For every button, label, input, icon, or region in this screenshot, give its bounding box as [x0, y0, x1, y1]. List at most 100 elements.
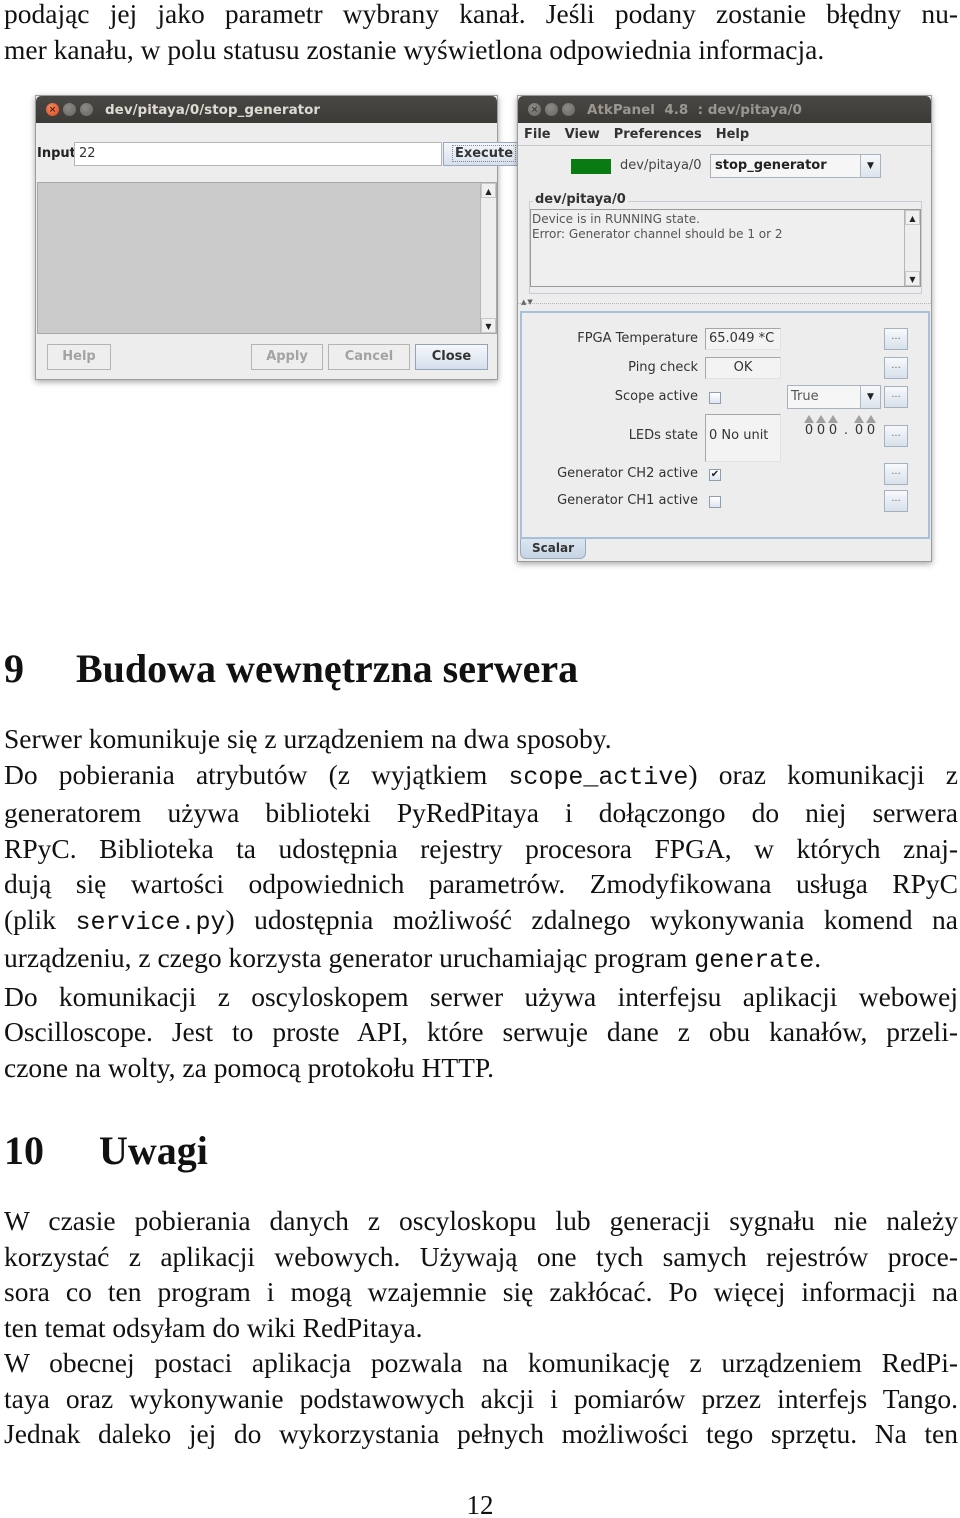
body-line: W czasie pobierania danych z oscyloskopu… — [4, 1203, 958, 1239]
menu-bar: File View Preferences Help — [518, 123, 931, 146]
scroll-down-arrow-icon[interactable]: ▼ — [905, 271, 920, 286]
device-row: dev/pitaya/0 stop_generator ▼ — [518, 153, 931, 179]
body-line: generatorem używa biblioteki PyRedPitaya… — [4, 795, 958, 831]
minimize-window-icon[interactable] — [545, 103, 558, 116]
body-line: Oscilloscope. Jest to proste API, które … — [4, 1014, 958, 1050]
execute-button[interactable]: Execute — [443, 142, 525, 166]
close-button[interactable]: Close — [415, 344, 488, 370]
intro-line-1: podając jej jako parametr wybrany kanał.… — [4, 0, 958, 29]
section-9-number: 9 — [4, 646, 24, 691]
scope-active-setter[interactable]: True ▼ — [787, 385, 881, 409]
ping-check-more-button[interactable]: ... — [884, 357, 908, 379]
body-text: dują się wartości odpowiednich parametró… — [4, 868, 958, 899]
apply-button-label: Apply — [266, 349, 308, 364]
menu-help[interactable]: Help — [716, 127, 749, 142]
body-line: RPyC. Biblioteka ta udostępnia rejestry … — [4, 831, 958, 867]
section-10-body: W czasie pobierania danych z oscyloskopu… — [4, 1203, 958, 1452]
scope-active-label: Scope active — [614, 389, 698, 404]
scroll-down-arrow-icon[interactable]: ▼ — [481, 318, 496, 333]
generator-ch1-more-button[interactable]: ... — [884, 490, 908, 512]
spin-up-arrow-icon[interactable] — [828, 415, 838, 423]
section-9-body: Serwer komunikuje się z urządzeniem na d… — [4, 721, 958, 1085]
scope-active-checkbox[interactable] — [709, 392, 721, 404]
leds-state-label: LEDs state — [628, 428, 698, 443]
body-line: W obecnej postaci aplikacja pozwala na k… — [4, 1345, 958, 1381]
scroll-up-arrow-icon[interactable]: ▲ — [905, 210, 920, 225]
status-scrollbar[interactable]: ▲ ▼ — [904, 210, 920, 286]
intro-line-2: mer kanału, w polu statusu zostanie wyśw… — [4, 33, 825, 65]
fpga-temperature-label: FPGA Temperature — [577, 331, 698, 346]
spinner-digit: 0 — [816, 423, 826, 438]
spin-up-arrow-icon[interactable] — [816, 415, 826, 423]
spin-up-arrow-icon[interactable] — [854, 415, 864, 423]
inline-code: service.py — [75, 907, 226, 937]
body-text: generatorem używa biblioteki PyRedPitaya… — [4, 797, 958, 828]
body-line: urządzeniu, z czego korzysta generator u… — [4, 940, 958, 979]
cancel-button[interactable]: Cancel — [328, 344, 410, 370]
body-line: korzystać z aplikacji webowych. Używają … — [4, 1239, 958, 1275]
chevron-down-icon[interactable]: ▼ — [860, 386, 880, 408]
status-group-label: dev/pitaya/0 — [533, 192, 628, 207]
command-selector[interactable]: stop_generator ▼ — [710, 154, 881, 178]
body-line: Jednak daleko jej do wykorzystania pełny… — [4, 1416, 958, 1452]
menu-view[interactable]: View — [565, 127, 600, 142]
leds-state-more-button[interactable]: ... — [884, 425, 908, 447]
menu-preferences[interactable]: Preferences — [614, 127, 702, 142]
apply-button[interactable]: Apply — [251, 344, 323, 370]
command-input-field[interactable]: 22 — [74, 142, 442, 166]
spinner-digit: 0 — [828, 423, 838, 438]
command-dialog-titlebar[interactable]: × dev/pitaya/0/stop_generator — [36, 96, 497, 123]
command-dialog-title: dev/pitaya/0/stop_generator — [105, 101, 321, 118]
body-text: taya oraz wykonywanie podstawowych akcji… — [4, 1382, 958, 1414]
spinner-digit: 0 — [804, 423, 814, 438]
body-line: Serwer komunikuje się z urządzeniem na d… — [4, 721, 958, 757]
body-text: RPyC. Biblioteka ta udostępnia rejestry … — [4, 832, 958, 864]
section-10-heading: 10 Uwagi — [4, 1127, 208, 1174]
cancel-button-label: Cancel — [344, 349, 394, 364]
close-window-icon[interactable]: × — [46, 103, 59, 116]
body-text: ) oraz komunikacji z — [688, 758, 958, 790]
status-group: dev/pitaya/0 Device is in RUNNING state.… — [529, 192, 922, 294]
spinner-digit: 0 — [866, 423, 876, 438]
close-window-icon[interactable]: × — [528, 103, 541, 116]
minimize-window-icon[interactable] — [63, 103, 76, 116]
help-button[interactable]: Help — [47, 344, 111, 370]
device-state-indicator — [571, 159, 611, 174]
maximize-window-icon[interactable] — [562, 103, 575, 116]
generator-ch2-more-button[interactable]: ... — [884, 463, 908, 485]
leds-state-value: 0 No unit — [705, 414, 781, 462]
body-text: (plik — [4, 903, 76, 935]
generator-ch1-active-checkbox[interactable] — [709, 496, 721, 508]
body-line: Do pobierania atrybutów (z wyjątkiem sco… — [4, 757, 958, 796]
ping-check-value: OK — [705, 357, 781, 379]
scope-active-more-button[interactable]: ... — [884, 386, 908, 408]
tab-scalar[interactable]: Scalar — [520, 539, 586, 559]
scroll-up-arrow-icon[interactable]: ▲ — [481, 183, 496, 198]
body-text: W obecnej postaci aplikacja pozwala na k… — [4, 1347, 958, 1378]
body-text: W czasie pobierania danych z oscyloskopu… — [4, 1205, 958, 1236]
split-arrows-icon[interactable]: ▲▼ — [521, 298, 534, 306]
menu-file[interactable]: File — [524, 127, 551, 142]
body-line: czone na wolty, za pomocą protokołu HTTP… — [4, 1050, 958, 1086]
generator-ch2-active-label: Generator CH2 active — [557, 466, 698, 481]
maximize-window-icon[interactable] — [80, 103, 93, 116]
spin-up-arrow-icon[interactable] — [866, 415, 876, 423]
spin-up-arrow-icon[interactable] — [804, 415, 814, 423]
body-line: (plik service.py) udostępnia możliwość z… — [4, 902, 958, 941]
tab-bar: Scalar — [520, 539, 930, 559]
atkpanel-titlebar[interactable]: × AtkPanel 4.8 : dev/pitaya/0 — [518, 96, 931, 123]
scope-active-setter-value: True — [791, 389, 819, 404]
execute-button-label: Execute — [451, 145, 517, 162]
body-text: ten temat odsyłam do wiki RedPitaya. — [4, 1311, 423, 1343]
inline-code: generate — [694, 946, 815, 975]
body-text: urządzeniu, z czego korzysta generator u… — [4, 942, 695, 973]
output-scrollbar[interactable]: ▲ ▼ — [480, 183, 496, 333]
fpga-temperature-more-button[interactable]: ... — [884, 328, 908, 350]
generator-ch1-active-label: Generator CH1 active — [557, 493, 698, 508]
chevron-down-icon[interactable]: ▼ — [860, 155, 880, 177]
input-row: Input 22 Execute — [36, 142, 525, 166]
generator-ch2-active-checkbox[interactable]: ✔ — [709, 469, 721, 481]
body-text: Serwer komunikuje się z urządzeniem na d… — [4, 723, 612, 754]
body-text: Oscilloscope. Jest to proste API, które … — [4, 1016, 958, 1047]
split-pane-divider[interactable]: ▲▼ — [518, 298, 931, 309]
